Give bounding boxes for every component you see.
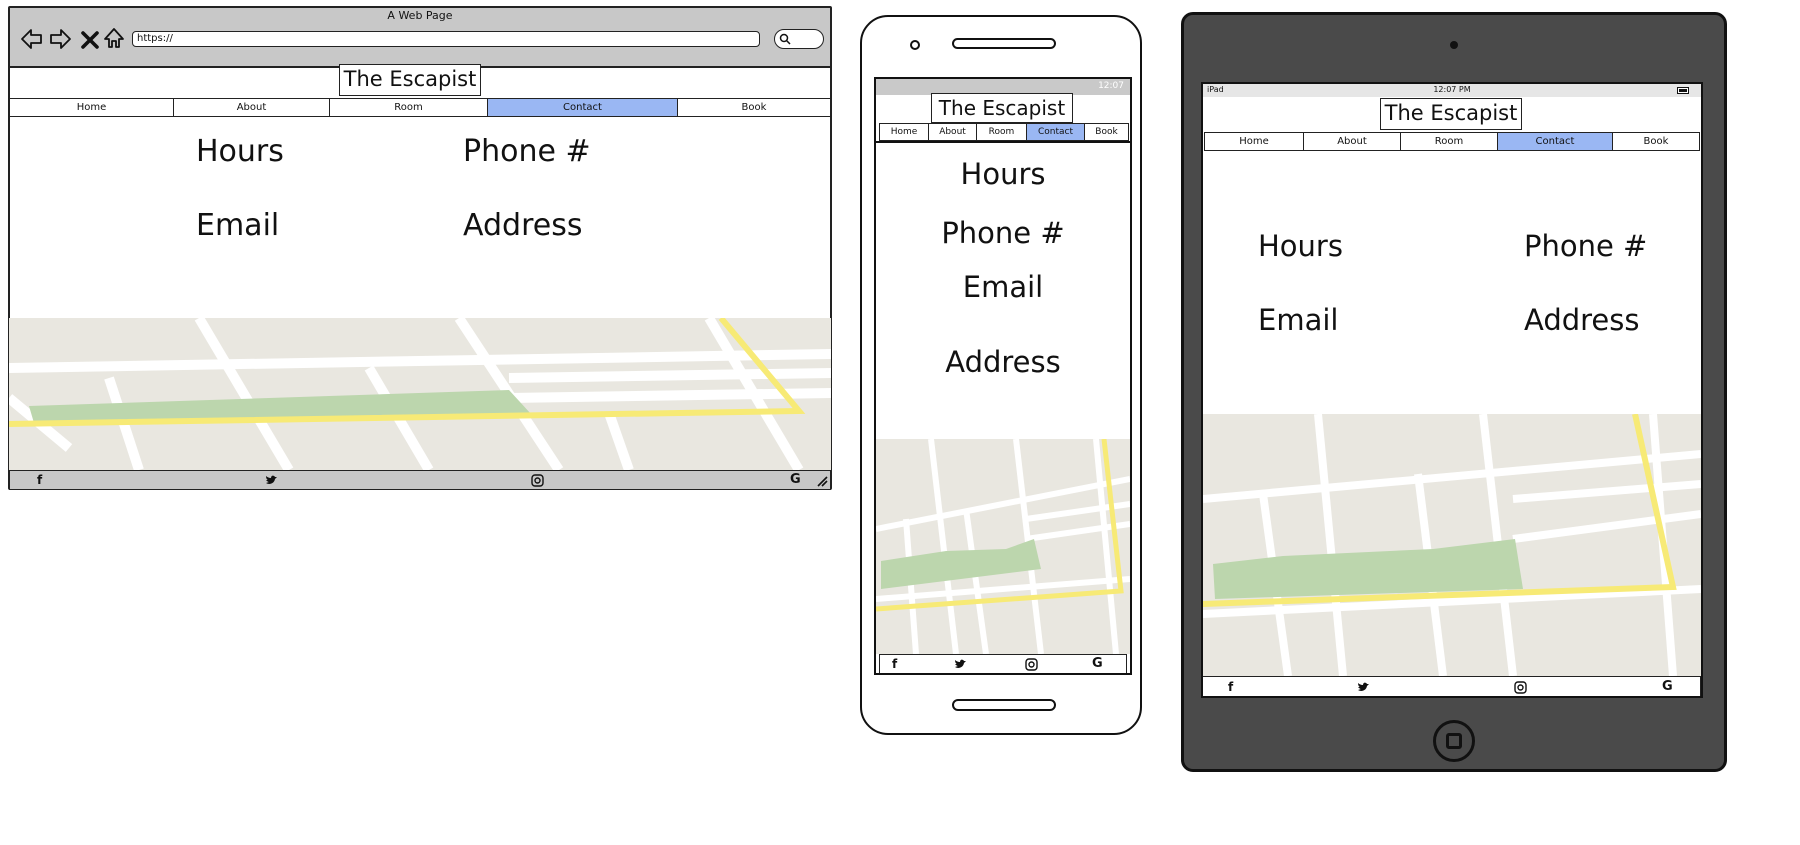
nav-about[interactable]: About bbox=[929, 124, 977, 140]
nav-contact[interactable]: Contact bbox=[1027, 124, 1085, 140]
google-icon[interactable]: G bbox=[1662, 679, 1673, 694]
location-map[interactable] bbox=[9, 318, 831, 470]
phone-home-bar bbox=[952, 699, 1056, 711]
address-label: Address bbox=[945, 345, 1061, 379]
hours-label: Hours bbox=[196, 134, 284, 169]
site-footer: f G bbox=[879, 654, 1127, 673]
home-button-icon bbox=[1446, 733, 1462, 749]
nav-home[interactable]: Home bbox=[10, 99, 174, 116]
site-footer: f G bbox=[1203, 676, 1701, 696]
window-title: A Web Page bbox=[387, 9, 453, 22]
tablet-camera bbox=[1450, 41, 1458, 49]
site-logo[interactable]: The Escapist bbox=[931, 93, 1073, 123]
twitter-icon[interactable] bbox=[265, 475, 278, 486]
nav-book[interactable]: Book bbox=[1085, 124, 1128, 140]
nav-book[interactable]: Book bbox=[678, 99, 830, 116]
resize-grip-icon[interactable] bbox=[816, 475, 828, 487]
phone-camera bbox=[910, 40, 920, 50]
tablet-status-bar: iPad 12:07 PM bbox=[1203, 84, 1701, 97]
nav-about[interactable]: About bbox=[1304, 133, 1401, 150]
main-nav: Home About Room Contact Book bbox=[879, 123, 1129, 141]
phone-screen: 12:07 The Escapist Home About Room Conta… bbox=[874, 77, 1132, 675]
facebook-icon[interactable]: f bbox=[892, 657, 897, 671]
url-input[interactable]: https:// bbox=[132, 31, 760, 47]
instagram-icon[interactable] bbox=[1514, 681, 1527, 694]
email-label: Email bbox=[196, 208, 280, 243]
nav-home[interactable]: Home bbox=[880, 124, 929, 140]
twitter-icon[interactable] bbox=[954, 659, 967, 670]
nav-home[interactable]: Home bbox=[1205, 133, 1304, 150]
main-nav: Home About Room Contact Book bbox=[9, 98, 831, 117]
google-icon[interactable]: G bbox=[790, 472, 801, 487]
tablet-status-time: 12:07 PM bbox=[1433, 85, 1471, 94]
phone-label: Phone # bbox=[941, 216, 1065, 250]
site-footer: f G bbox=[9, 470, 831, 490]
address-label: Address bbox=[463, 208, 583, 243]
email-label: Email bbox=[962, 270, 1044, 304]
phone-label: Phone # bbox=[1524, 229, 1648, 263]
site-logo[interactable]: The Escapist bbox=[339, 64, 481, 96]
back-arrow-icon[interactable] bbox=[20, 27, 44, 51]
tablet-home-button[interactable] bbox=[1433, 720, 1475, 762]
nav-contact[interactable]: Contact bbox=[488, 99, 678, 116]
twitter-icon[interactable] bbox=[1357, 682, 1370, 693]
nav-room[interactable]: Room bbox=[330, 99, 488, 116]
location-map[interactable] bbox=[1203, 414, 1701, 676]
battery-icon bbox=[1677, 87, 1689, 94]
phone-status-time: 12:07 bbox=[1098, 81, 1124, 91]
main-nav: Home About Room Contact Book bbox=[1204, 132, 1700, 151]
phone-label: Phone # bbox=[463, 134, 591, 169]
desktop-browser-mockup: A Web Page https:// The Escapist Home Ab… bbox=[8, 6, 832, 490]
nav-contact[interactable]: Contact bbox=[1498, 133, 1613, 150]
tablet-screen: iPad 12:07 PM The Escapist Home About Ro… bbox=[1201, 82, 1703, 698]
stop-icon[interactable] bbox=[78, 28, 102, 52]
location-map[interactable] bbox=[876, 439, 1130, 654]
phone-speaker bbox=[952, 38, 1056, 49]
nav-about[interactable]: About bbox=[174, 99, 330, 116]
forward-arrow-icon[interactable] bbox=[48, 27, 72, 51]
nav-divider bbox=[876, 141, 1130, 143]
instagram-icon[interactable] bbox=[531, 474, 544, 487]
hours-label: Hours bbox=[1258, 229, 1343, 263]
google-icon[interactable]: G bbox=[1092, 656, 1103, 671]
browser-search-field[interactable] bbox=[774, 29, 824, 49]
address-label: Address bbox=[1524, 303, 1640, 337]
hours-label: Hours bbox=[960, 157, 1046, 191]
nav-book[interactable]: Book bbox=[1613, 133, 1699, 150]
instagram-icon[interactable] bbox=[1025, 658, 1038, 671]
site-logo[interactable]: The Escapist bbox=[1380, 98, 1522, 130]
search-icon bbox=[779, 33, 791, 45]
home-icon[interactable] bbox=[102, 26, 126, 50]
facebook-icon[interactable]: f bbox=[37, 473, 42, 487]
nav-room[interactable]: Room bbox=[977, 124, 1027, 140]
email-label: Email bbox=[1258, 303, 1339, 337]
nav-room[interactable]: Room bbox=[1401, 133, 1498, 150]
facebook-icon[interactable]: f bbox=[1228, 680, 1233, 694]
